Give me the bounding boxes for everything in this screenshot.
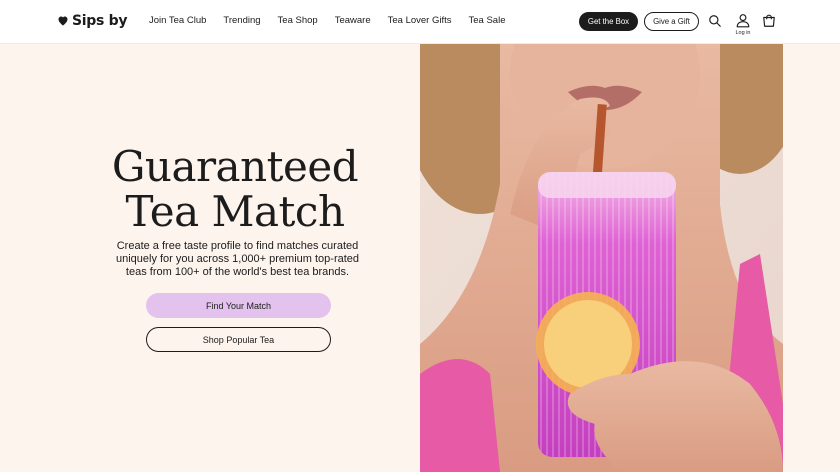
login-link[interactable]: Log in (731, 13, 755, 39)
login-label: Log in (735, 30, 751, 36)
nav-item-teaware[interactable]: Teaware (335, 15, 371, 26)
hero-section: Guaranteed Tea Match Create a free taste… (0, 44, 840, 472)
site-header: Sips by Join Tea Club Trending Tea Shop … (0, 0, 840, 44)
hero-image (420, 44, 783, 472)
get-the-box-button[interactable]: Get the Box (579, 12, 638, 31)
search-icon[interactable] (708, 14, 722, 28)
brand-logo[interactable]: Sips by (57, 12, 127, 30)
give-a-gift-button[interactable]: Give a Gift (644, 12, 699, 31)
nav-item-tea-sale[interactable]: Tea Sale (469, 15, 506, 26)
brand-name: Sips by (72, 13, 128, 29)
nav-item-tea-lover-gifts[interactable]: Tea Lover Gifts (388, 15, 452, 26)
find-your-match-button[interactable]: Find Your Match (146, 293, 331, 318)
nav-item-tea-shop[interactable]: Tea Shop (278, 15, 318, 26)
hero-title-line-1: Guaranteed (111, 142, 359, 191)
hero-title: Guaranteed Tea Match (100, 144, 370, 234)
woman-drinking-tea-photo (420, 44, 783, 472)
cart-icon[interactable] (762, 14, 776, 28)
nav-item-join-tea-club[interactable]: Join Tea Club (149, 15, 206, 26)
heart-icon (58, 16, 68, 26)
main-nav: Join Tea Club Trending Tea Shop Teaware … (149, 15, 506, 26)
account-icon (736, 14, 750, 28)
hero-title-line-2: Tea Match (125, 187, 346, 236)
shop-popular-tea-button[interactable]: Shop Popular Tea (146, 327, 331, 352)
hero-description: Create a free taste profile to find matc… (115, 240, 360, 278)
nav-item-trending[interactable]: Trending (223, 15, 260, 26)
